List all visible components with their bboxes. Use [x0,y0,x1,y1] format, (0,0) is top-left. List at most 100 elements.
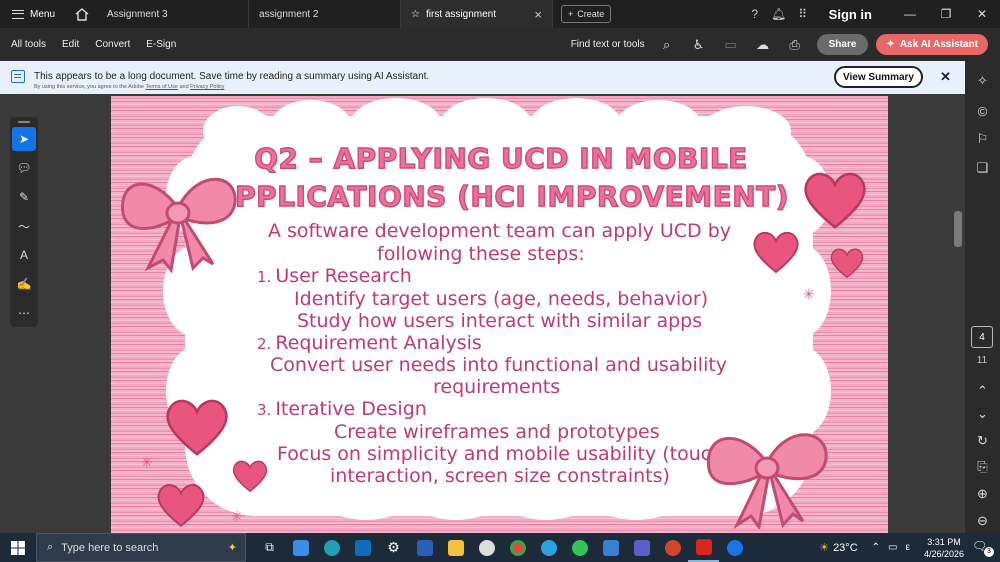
whatsapp-icon[interactable] [564,533,595,562]
step-3-heading: 3. Iterative Design [257,398,427,420]
rotate-icon[interactable]: ↻ [965,433,1000,449]
acrobat-icon[interactable] [688,533,719,562]
chevron-up-icon[interactable]: ⌃ [872,542,880,553]
pages-panel-icon[interactable]: ❏ [965,160,1000,176]
step-3-detail-a: Create wireframes and prototypes [334,421,660,443]
tab-assignment-2[interactable]: assignment 2 [249,0,402,28]
chrome-icon[interactable] [502,533,533,562]
apps-grid-icon[interactable]: ⠿ [791,7,815,21]
banner-message: This appears to be a long document. Save… [34,71,430,82]
print-icon[interactable]: ⎙ [779,37,811,53]
edit-menu[interactable]: Edit [54,39,87,50]
current-page-input[interactable]: 4 [971,326,993,348]
privacy-policy-link[interactable]: Privacy Policy [190,84,224,90]
accessibility-icon[interactable]: ♿︎ [683,37,715,53]
esign-menu[interactable]: E-Sign [138,39,184,50]
clock[interactable]: 3:31 PM 4/26/2026 [924,536,964,560]
notification-badge: 3 [984,546,994,557]
ai-sparkle-icon: ✦ [886,39,895,50]
sign-in-button[interactable]: Sign in [829,7,872,22]
scroll-up-icon[interactable]: ⌃ [965,383,1000,399]
teams-icon[interactable] [626,533,657,562]
draw-freehand-icon[interactable]: 〜 [12,214,36,238]
scroll-down-icon[interactable]: ⌄ [965,406,1000,422]
slide-title-line-2: APPLICATIONS (HCI IMPROVEMENT) [212,179,790,213]
ask-ai-button[interactable]: ✦ Ask AI Assistant [876,34,988,55]
edge-browser-icon[interactable] [316,533,347,562]
slide-title: Q2 – APPLYING UCD IN MOBILE APPLICATIONS… [171,140,831,216]
more-tools-icon[interactable]: ⋯ [12,301,36,325]
slide-title-line-1: Q2 – APPLYING UCD IN MOBILE [253,141,748,175]
bow-decoration-top-left [121,177,237,273]
drag-handle[interactable] [18,121,30,123]
zoom-in-icon[interactable]: ⊕ [965,486,1000,502]
bell-icon[interactable]: 🔔︎ [767,7,791,21]
view-summary-button[interactable]: View Summary [834,66,923,88]
powerpoint-icon[interactable] [657,533,688,562]
comment-panel-icon[interactable]: © [965,104,1000,119]
windows-logo-icon [11,540,25,555]
search-icon[interactable]: ⌕ [651,37,683,53]
all-tools-menu[interactable]: All tools [0,39,54,50]
fill-sign-icon[interactable]: ✍ [12,272,36,296]
zoom-out-icon[interactable]: ⊖ [965,513,1000,529]
help-icon[interactable]: ? [743,7,767,21]
taskbar-search[interactable]: ⌕ Type here to search ✦ [36,533,246,562]
convert-menu[interactable]: Convert [87,39,138,50]
heart-decoration [157,484,205,528]
close-window-icon[interactable]: ✕ [964,7,1000,21]
text-box-icon[interactable]: A [12,243,36,267]
minimize-icon[interactable]: — [892,7,928,21]
photos-icon[interactable] [595,533,626,562]
vertical-scrollbar[interactable] [954,211,962,247]
step-2-detail-b: requirements [433,376,561,398]
pdf-page: Q2 – APPLYING UCD IN MOBILE APPLICATIONS… [111,96,888,533]
step-3-detail-b: Focus on simplicity and mobile usability… [277,443,724,465]
terms-of-use-link[interactable]: Terms of Use [146,84,178,90]
restore-icon[interactable]: ❐ [928,7,964,21]
weather-widget[interactable]: ☀ 23°C [819,541,857,555]
share-button[interactable]: Share [816,34,869,55]
comment-icon[interactable]: 💬︎ [12,156,36,180]
page-export-icon[interactable]: ⎘ [965,459,1000,475]
heart-decoration [753,231,799,274]
help-app-icon[interactable] [719,533,750,562]
store-app-icon[interactable] [285,533,316,562]
battery-icon[interactable]: ▭ [888,542,897,553]
step-2-detail-a: Convert user needs into functional and u… [270,354,728,376]
tab-first-assignment[interactable]: ☆ first assignment × [401,0,554,28]
total-pages: 11 [976,355,988,366]
start-button[interactable] [0,533,36,562]
heart-decoration [830,248,864,279]
file-explorer-icon[interactable] [440,533,471,562]
telegram-icon[interactable] [533,533,564,562]
tab-assignment-3[interactable]: Assignment 3 [97,0,250,28]
step-1-detail-a: Identify target users (age, needs, behav… [294,288,709,310]
main-toolbar: All tools Edit Convert E-Sign Find text … [0,28,1000,61]
select-cursor-icon[interactable]: ➤ [12,127,36,151]
menu-button[interactable]: Menu [0,0,67,28]
windows-taskbar: ⌕ Type here to search ✦ ⧉ ⚙ ☀ 23°C ⌃ ▭ ε… [0,533,1000,562]
close-tab-icon[interactable]: × [534,7,542,22]
clock-app-icon[interactable] [471,533,502,562]
language-indicator[interactable]: ε [905,542,909,553]
save-icon[interactable]: ▭ [715,37,747,53]
upload-cloud-icon[interactable]: ☁ [747,37,779,53]
highlight-pen-icon[interactable]: ✎ [12,185,36,209]
intro-line-1: A software development team can apply UC… [268,220,732,242]
close-banner-icon[interactable]: ✕ [940,69,951,85]
task-view-icon[interactable]: ⧉ [254,533,285,562]
word-icon[interactable] [409,533,440,562]
system-tray: ☀ 23°C ⌃ ▭ ε 3:31 PM 4/26/2026 🗨︎ 3 [819,533,1000,562]
star-icon[interactable]: ☆ [411,9,420,20]
search-icon: ⌕ [47,541,54,553]
notification-center-icon[interactable]: 🗨︎ 3 [972,539,994,557]
outlook-icon[interactable] [347,533,378,562]
home-button[interactable] [67,0,97,28]
create-button[interactable]: + Create [561,5,612,23]
ai-assistant-icon[interactable]: ✧ [965,73,1000,89]
bow-decoration-bottom-right [706,433,828,529]
find-text-button[interactable]: Find text or tools [571,39,645,50]
settings-icon[interactable]: ⚙ [378,533,409,562]
bookmark-icon[interactable]: ⚐ [965,131,1000,147]
